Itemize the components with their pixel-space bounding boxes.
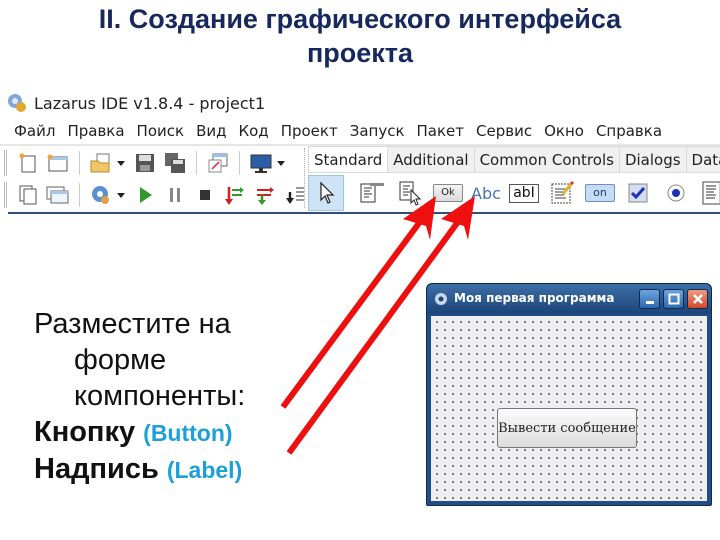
ttogglebox-icon[interactable]: on	[582, 175, 618, 211]
save-icon[interactable]	[133, 151, 157, 175]
menu-project[interactable]: Проект	[275, 120, 344, 142]
toolbar-row-1	[4, 148, 290, 178]
open-dropdown-chevron-down-icon[interactable]	[116, 151, 126, 175]
minimize-button[interactable]	[639, 289, 660, 309]
toolbar-separator	[239, 151, 240, 175]
tab-common-controls[interactable]: Common Controls	[473, 146, 620, 172]
menu-tools[interactable]: Сервис	[470, 120, 538, 142]
tradiobutton-icon[interactable]	[658, 175, 694, 211]
toolbar-separator	[79, 151, 80, 175]
instr-line2: форме	[74, 344, 167, 376]
save-all-icon[interactable]	[163, 151, 187, 175]
pause-icon[interactable]	[163, 183, 187, 207]
tlabel-icon[interactable]: Abc	[468, 175, 504, 211]
menu-view[interactable]: Вид	[190, 120, 232, 142]
selection-pointer-icon[interactable]	[308, 175, 344, 211]
instr-line3: компоненты:	[74, 380, 246, 412]
maximize-icon	[668, 293, 679, 305]
form-client-area[interactable]: Вывести сообщение	[431, 316, 707, 501]
tbutton-label: Ok	[433, 184, 463, 202]
new-unit-icon[interactable]	[16, 151, 40, 175]
tab-dialogs[interactable]: Dialogs	[618, 146, 687, 172]
palette-tabs: Standard Additional Common Controls Dial…	[308, 146, 720, 174]
form-titlebar[interactable]: Моя первая программа	[427, 284, 711, 314]
toolbar-row-2	[4, 180, 310, 210]
instr-label-line: Надпись (Label)	[34, 451, 245, 488]
tab-additional[interactable]: Additional	[387, 146, 475, 172]
monitor-dropdown-chevron-down-icon[interactable]	[276, 151, 286, 175]
popup-menu-icon[interactable]	[392, 175, 428, 211]
tab-standard[interactable]: Standard	[308, 146, 389, 174]
menu-help[interactable]: Справка	[590, 120, 668, 142]
open-icon[interactable]	[89, 151, 113, 175]
tmemo-icon[interactable]	[544, 175, 580, 211]
menu-edit[interactable]: Правка	[61, 120, 130, 142]
build-mode-gear-icon[interactable]	[89, 183, 113, 207]
instr-label-hint: (Label)	[166, 457, 243, 483]
toggle-form-unit-icon[interactable]	[206, 151, 230, 175]
ttogglebox-label: on	[585, 184, 615, 202]
tlistbox-icon[interactable]	[696, 175, 720, 211]
form-app-icon	[433, 291, 449, 307]
monitor-icon[interactable]	[249, 151, 273, 175]
view-forms-icon[interactable]	[46, 183, 70, 207]
tedit-icon[interactable]: abI	[506, 175, 542, 211]
run-icon[interactable]	[133, 183, 157, 207]
menu-package[interactable]: Пакет	[411, 120, 471, 142]
show-message-button[interactable]: Вывести сообщение	[497, 408, 637, 448]
main-toolbar	[4, 146, 304, 212]
close-icon	[692, 294, 703, 304]
menu-bar: Файл Правка Поиск Вид Код Проект Запуск …	[8, 120, 668, 142]
toolbar-separator	[79, 183, 80, 207]
tedit-label: ab	[513, 184, 531, 201]
toolbar-bottom-border	[8, 212, 720, 214]
lazarus-logo-icon	[6, 92, 28, 114]
lazarus-ide-screenshot: Lazarus IDE v1.8.4 - project1 Файл Правк…	[0, 86, 720, 216]
instr-label-word: Надпись	[34, 453, 159, 485]
new-form-icon[interactable]	[46, 151, 70, 175]
slide-title: II. Создание графического интерфейса про…	[0, 2, 720, 70]
maximize-button[interactable]	[663, 289, 684, 309]
arrow-to-button-icon	[280, 196, 436, 409]
menu-file[interactable]: Файл	[8, 120, 61, 142]
toolbar-separator	[196, 151, 197, 175]
build-mode-chevron-down-icon[interactable]	[116, 183, 126, 207]
instr-button-line: Кнопку (Button)	[34, 414, 245, 451]
main-menu-icon[interactable]	[354, 175, 390, 211]
step-over-icon[interactable]	[253, 183, 277, 207]
menu-window[interactable]: Окно	[538, 120, 590, 142]
instr-button-word: Кнопку	[34, 416, 136, 448]
slide-title-line2: проекта	[306, 38, 414, 68]
component-palette: Standard Additional Common Controls Dial…	[304, 146, 720, 214]
tab-data-controls[interactable]: Data Con	[685, 146, 720, 172]
step-into-icon[interactable]	[223, 183, 247, 207]
view-units-icon[interactable]	[16, 183, 40, 207]
form-designer-window: Моя первая программа Вывести сообщение	[426, 283, 712, 506]
ide-window-title: Lazarus IDE v1.8.4 - project1	[34, 93, 266, 113]
instr-button-hint: (Button)	[143, 420, 233, 446]
menu-search[interactable]: Поиск	[131, 120, 191, 142]
slide-title-line1: II. Создание графического интерфейса	[98, 4, 622, 34]
instructions: Разместите на форме компоненты: Кнопку (…	[34, 306, 245, 488]
close-button[interactable]	[687, 289, 708, 309]
menu-run[interactable]: Запуск	[344, 120, 411, 142]
toolbar-grip[interactable]	[4, 150, 7, 176]
ide-titlebar: Lazarus IDE v1.8.4 - project1	[6, 90, 265, 116]
tlabel-label: Abc	[471, 183, 501, 203]
instr-line1: Разместите на	[34, 308, 231, 340]
toolbar-grip[interactable]	[4, 182, 7, 208]
menu-source[interactable]: Код	[232, 120, 274, 142]
stop-icon[interactable]	[193, 183, 217, 207]
tbutton-icon[interactable]: Ok	[430, 175, 466, 211]
form-caption: Моя первая программа	[454, 291, 615, 305]
palette-body: Ok Abc abI on	[308, 172, 720, 212]
minimize-icon	[645, 301, 654, 304]
tcheckbox-icon[interactable]	[620, 175, 656, 211]
